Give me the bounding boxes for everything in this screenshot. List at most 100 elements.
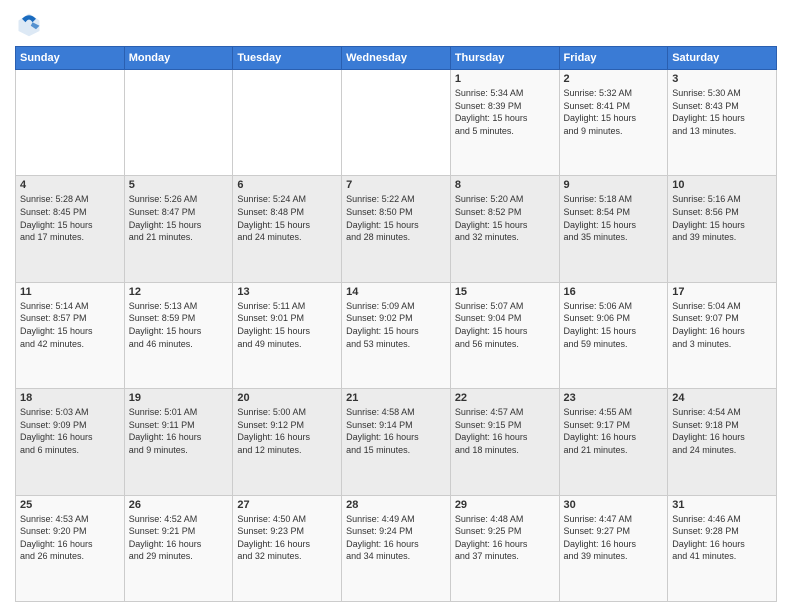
calendar-cell: 3 Sunrise: 5:30 AM Sunset: 8:43 PM Daylig… <box>668 70 777 176</box>
day-info: Sunrise: 4:49 AM Sunset: 9:24 PM Dayligh… <box>346 513 446 563</box>
logo <box>15 10 47 38</box>
calendar-cell: 16 Sunrise: 5:06 AM Sunset: 9:06 PM Dayli… <box>559 282 668 388</box>
day-number: 26 <box>129 499 229 511</box>
day-info: Sunrise: 4:48 AM Sunset: 9:25 PM Dayligh… <box>455 513 555 563</box>
day-info: Sunrise: 5:00 AM Sunset: 9:12 PM Dayligh… <box>237 406 337 456</box>
header <box>15 10 777 38</box>
day-number: 19 <box>129 392 229 404</box>
day-number: 2 <box>564 73 664 85</box>
calendar-cell: 8 Sunrise: 5:20 AM Sunset: 8:52 PM Daylig… <box>450 176 559 282</box>
day-number: 21 <box>346 392 446 404</box>
calendar-cell: 27 Sunrise: 4:50 AM Sunset: 9:23 PM Dayli… <box>233 495 342 601</box>
day-info: Sunrise: 5:24 AM Sunset: 8:48 PM Dayligh… <box>237 193 337 243</box>
day-number: 31 <box>672 499 772 511</box>
page: SundayMondayTuesdayWednesdayThursdayFrid… <box>0 0 792 612</box>
calendar-cell: 2Sunrise: 5:32 AM Sunset: 8:41 PM Daylig… <box>559 70 668 176</box>
weekday-header-wednesday: Wednesday <box>342 47 451 70</box>
day-number: 22 <box>455 392 555 404</box>
logo-icon <box>15 10 43 38</box>
calendar-cell: 28 Sunrise: 4:49 AM Sunset: 9:24 PM Dayli… <box>342 495 451 601</box>
calendar-cell: 10 Sunrise: 5:16 AM Sunset: 8:56 PM Dayli… <box>668 176 777 282</box>
day-number: 11 <box>20 286 120 298</box>
calendar-cell: 9 Sunrise: 5:18 AM Sunset: 8:54 PM Daylig… <box>559 176 668 282</box>
weekday-header-sunday: Sunday <box>16 47 125 70</box>
calendar-cell: 26 Sunrise: 4:52 AM Sunset: 9:21 PM Dayli… <box>124 495 233 601</box>
day-info: Sunrise: 4:50 AM Sunset: 9:23 PM Dayligh… <box>237 513 337 563</box>
calendar-cell: 17 Sunrise: 5:04 AM Sunset: 9:07 PM Dayli… <box>668 282 777 388</box>
calendar-cell: 25Sunrise: 4:53 AM Sunset: 9:20 PM Dayli… <box>16 495 125 601</box>
calendar-cell: 6 Sunrise: 5:24 AM Sunset: 8:48 PM Daylig… <box>233 176 342 282</box>
day-number: 10 <box>672 179 772 191</box>
day-info: Sunrise: 5:22 AM Sunset: 8:50 PM Dayligh… <box>346 193 446 243</box>
calendar-cell: 7 Sunrise: 5:22 AM Sunset: 8:50 PM Daylig… <box>342 176 451 282</box>
day-number: 30 <box>564 499 664 511</box>
calendar-cell: 15 Sunrise: 5:07 AM Sunset: 9:04 PM Dayli… <box>450 282 559 388</box>
day-number: 4 <box>20 179 120 191</box>
day-info: Sunrise: 5:09 AM Sunset: 9:02 PM Dayligh… <box>346 300 446 350</box>
day-info: Sunrise: 5:18 AM Sunset: 8:54 PM Dayligh… <box>564 193 664 243</box>
day-info: Sunrise: 4:47 AM Sunset: 9:27 PM Dayligh… <box>564 513 664 563</box>
day-info: Sunrise: 5:03 AM Sunset: 9:09 PM Dayligh… <box>20 406 120 456</box>
day-info: Sunrise: 5:01 AM Sunset: 9:11 PM Dayligh… <box>129 406 229 456</box>
day-number: 5 <box>129 179 229 191</box>
day-number: 23 <box>564 392 664 404</box>
day-info: Sunrise: 5:34 AM Sunset: 8:39 PM Dayligh… <box>455 87 555 137</box>
day-info: Sunrise: 5:26 AM Sunset: 8:47 PM Dayligh… <box>129 193 229 243</box>
calendar-cell: 12 Sunrise: 5:13 AM Sunset: 8:59 PM Dayli… <box>124 282 233 388</box>
day-number: 1 <box>455 73 555 85</box>
day-info: Sunrise: 5:30 AM Sunset: 8:43 PM Dayligh… <box>672 87 772 137</box>
day-number: 12 <box>129 286 229 298</box>
day-number: 3 <box>672 73 772 85</box>
calendar-cell: 4 Sunrise: 5:28 AM Sunset: 8:45 PM Daylig… <box>16 176 125 282</box>
day-info: Sunrise: 5:28 AM Sunset: 8:45 PM Dayligh… <box>20 193 120 243</box>
weekday-header-monday: Monday <box>124 47 233 70</box>
day-number: 6 <box>237 179 337 191</box>
day-number: 16 <box>564 286 664 298</box>
calendar-cell: 21Sunrise: 4:58 AM Sunset: 9:14 PM Dayli… <box>342 389 451 495</box>
day-number: 18 <box>20 392 120 404</box>
calendar-cell: 20 Sunrise: 5:00 AM Sunset: 9:12 PM Dayli… <box>233 389 342 495</box>
day-number: 14 <box>346 286 446 298</box>
day-info: Sunrise: 4:52 AM Sunset: 9:21 PM Dayligh… <box>129 513 229 563</box>
calendar-cell: 13 Sunrise: 5:11 AM Sunset: 9:01 PM Dayli… <box>233 282 342 388</box>
calendar-cell: 31 Sunrise: 4:46 AM Sunset: 9:28 PM Dayli… <box>668 495 777 601</box>
day-info: Sunrise: 4:46 AM Sunset: 9:28 PM Dayligh… <box>672 513 772 563</box>
day-info: Sunrise: 5:07 AM Sunset: 9:04 PM Dayligh… <box>455 300 555 350</box>
day-number: 7 <box>346 179 446 191</box>
day-number: 13 <box>237 286 337 298</box>
day-number: 20 <box>237 392 337 404</box>
calendar-cell <box>342 70 451 176</box>
weekday-header-tuesday: Tuesday <box>233 47 342 70</box>
day-info: Sunrise: 4:55 AM Sunset: 9:17 PM Dayligh… <box>564 406 664 456</box>
calendar-cell: 24Sunrise: 4:54 AM Sunset: 9:18 PM Dayli… <box>668 389 777 495</box>
calendar-cell <box>124 70 233 176</box>
calendar-cell: 30 Sunrise: 4:47 AM Sunset: 9:27 PM Dayli… <box>559 495 668 601</box>
day-info: Sunrise: 5:13 AM Sunset: 8:59 PM Dayligh… <box>129 300 229 350</box>
day-info: Sunrise: 5:20 AM Sunset: 8:52 PM Dayligh… <box>455 193 555 243</box>
day-number: 9 <box>564 179 664 191</box>
calendar-cell: 23 Sunrise: 4:55 AM Sunset: 9:17 PM Dayli… <box>559 389 668 495</box>
day-info: Sunrise: 5:04 AM Sunset: 9:07 PM Dayligh… <box>672 300 772 350</box>
day-info: Sunrise: 5:14 AM Sunset: 8:57 PM Dayligh… <box>20 300 120 350</box>
day-info: Sunrise: 5:16 AM Sunset: 8:56 PM Dayligh… <box>672 193 772 243</box>
calendar-cell: 1 Sunrise: 5:34 AM Sunset: 8:39 PM Daylig… <box>450 70 559 176</box>
calendar-cell: 11 Sunrise: 5:14 AM Sunset: 8:57 PM Dayli… <box>16 282 125 388</box>
day-number: 27 <box>237 499 337 511</box>
day-number: 17 <box>672 286 772 298</box>
calendar-cell: 18 Sunrise: 5:03 AM Sunset: 9:09 PM Dayli… <box>16 389 125 495</box>
weekday-header-thursday: Thursday <box>450 47 559 70</box>
day-number: 8 <box>455 179 555 191</box>
calendar-cell: 29 Sunrise: 4:48 AM Sunset: 9:25 PM Dayli… <box>450 495 559 601</box>
calendar-cell <box>16 70 125 176</box>
day-info: Sunrise: 5:11 AM Sunset: 9:01 PM Dayligh… <box>237 300 337 350</box>
calendar-cell: 5 Sunrise: 5:26 AM Sunset: 8:47 PM Daylig… <box>124 176 233 282</box>
calendar-cell: 19 Sunrise: 5:01 AM Sunset: 9:11 PM Dayli… <box>124 389 233 495</box>
day-info: Sunrise: 4:57 AM Sunset: 9:15 PM Dayligh… <box>455 406 555 456</box>
day-number: 29 <box>455 499 555 511</box>
day-number: 15 <box>455 286 555 298</box>
day-number: 25 <box>20 499 120 511</box>
calendar-cell: 22 Sunrise: 4:57 AM Sunset: 9:15 PM Dayli… <box>450 389 559 495</box>
calendar-cell: 14 Sunrise: 5:09 AM Sunset: 9:02 PM Dayli… <box>342 282 451 388</box>
day-info: Sunrise: 5:06 AM Sunset: 9:06 PM Dayligh… <box>564 300 664 350</box>
day-number: 28 <box>346 499 446 511</box>
